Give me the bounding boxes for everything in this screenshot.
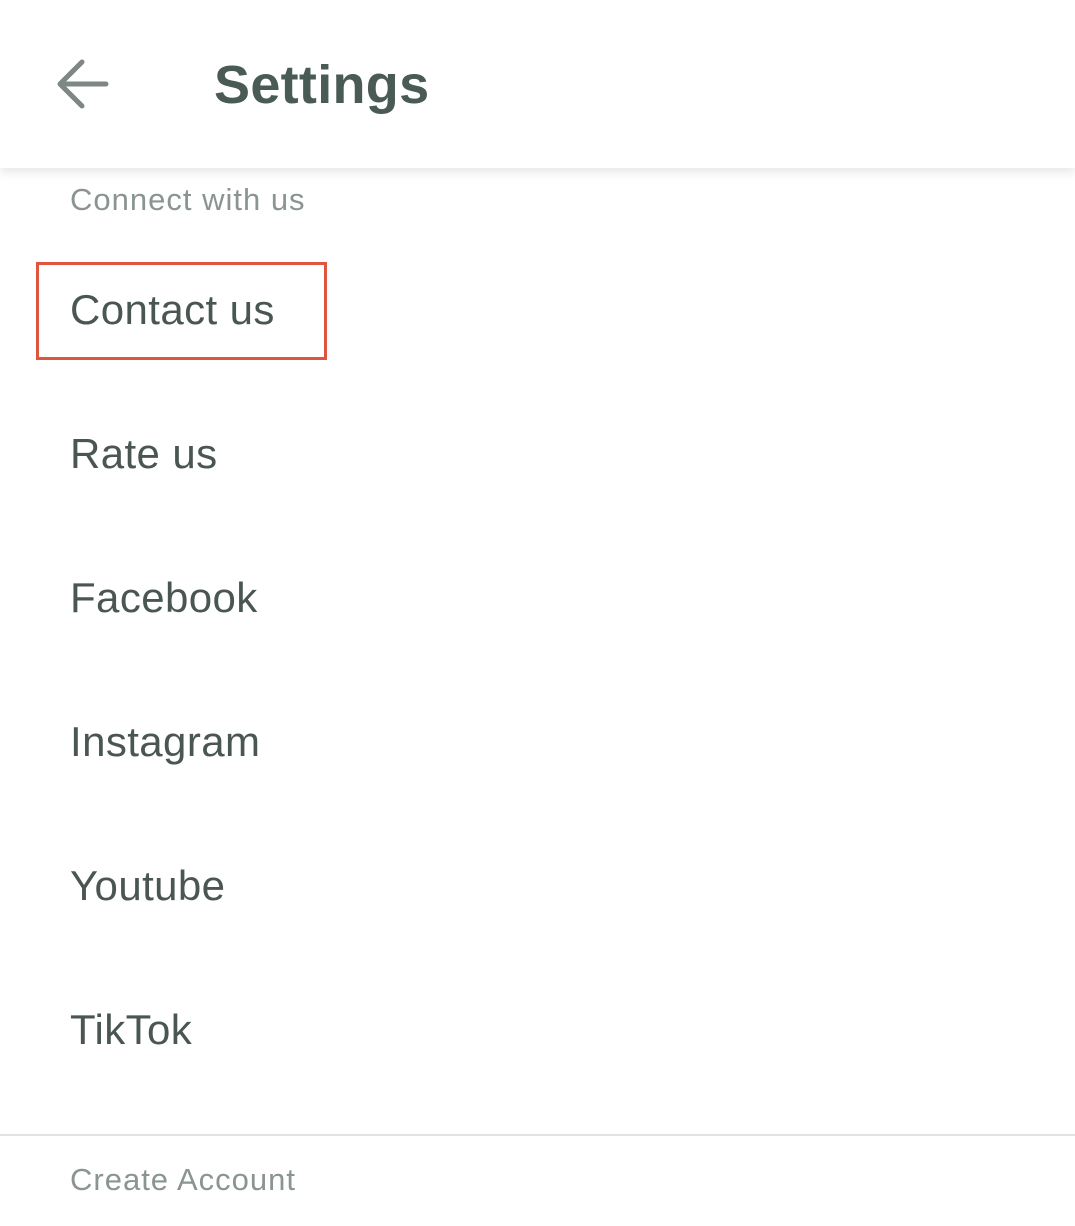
app-bar: Settings (0, 0, 1075, 168)
facebook-item[interactable]: Facebook (0, 526, 1075, 670)
rate-us-item[interactable]: Rate us (0, 382, 1075, 526)
back-button[interactable] (42, 44, 122, 124)
item-label: Instagram (70, 718, 261, 765)
page-title: Settings (214, 55, 430, 115)
instagram-item[interactable]: Instagram (0, 670, 1075, 814)
arrow-left-icon (57, 59, 109, 109)
tiktok-item[interactable]: TikTok (0, 958, 1075, 1102)
contact-us-item[interactable]: Contact us (0, 238, 1075, 382)
item-label: Youtube (70, 862, 226, 909)
section-header-connect: Connect with us (70, 182, 306, 217)
section-divider (0, 1134, 1075, 1136)
youtube-item[interactable]: Youtube (0, 814, 1075, 958)
item-label: Rate us (70, 430, 218, 477)
section-header-create-account: Create Account (70, 1162, 296, 1197)
settings-list: Connect with us Contact us Rate us Faceb… (0, 168, 1075, 1226)
item-label: TikTok (70, 1006, 193, 1053)
item-label: Facebook (70, 574, 258, 621)
item-label: Contact us (70, 286, 275, 333)
